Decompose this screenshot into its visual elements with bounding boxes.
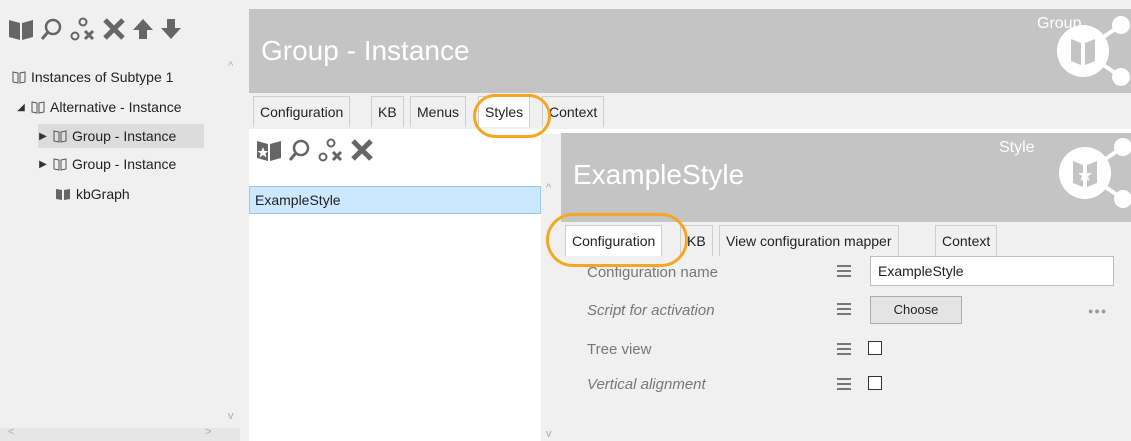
tree-item-group-instance-selected[interactable]: ▶ Group - Instance: [38, 124, 204, 148]
style-properties: Configuration name ExampleStyle Script f…: [561, 256, 1131, 441]
kind-label: Style: [999, 139, 1035, 156]
book-outline-icon: [31, 100, 45, 114]
more-options-icon[interactable]: ●●●: [1088, 306, 1107, 316]
scroll-down-icon[interactable]: v: [228, 410, 234, 422]
book-icon[interactable]: [8, 17, 34, 41]
arrow-up-icon[interactable]: [132, 17, 154, 41]
close-icon[interactable]: [350, 138, 374, 162]
tree-view-label: Tree view: [587, 341, 652, 358]
scroll-up-icon[interactable]: ^: [228, 60, 233, 72]
tab-context[interactable]: Context: [542, 96, 605, 127]
node-delete-icon[interactable]: [318, 138, 344, 162]
tab-configuration[interactable]: Configuration: [253, 96, 351, 127]
tree-item-instances[interactable]: Instances of Subtype 1: [12, 65, 173, 89]
scroll-down-icon[interactable]: v: [546, 428, 552, 440]
choose-script-button[interactable]: Choose: [870, 296, 962, 324]
expand-arrow-icon[interactable]: ▶: [38, 131, 48, 142]
configuration-name-label: Configuration name: [587, 264, 718, 281]
search-icon[interactable]: [40, 17, 64, 41]
hamburger-icon[interactable]: [837, 262, 851, 280]
page-title: Group - Instance: [261, 35, 470, 66]
group-network-icon: [1049, 11, 1131, 91]
tab-context[interactable]: Context: [935, 225, 998, 256]
close-icon[interactable]: [102, 17, 126, 41]
tab-configuration[interactable]: Configuration: [565, 225, 663, 256]
vertical-alignment-checkbox[interactable]: [868, 376, 882, 390]
tab-menus[interactable]: Menus: [410, 96, 467, 127]
tab-view-configuration-mapper[interactable]: View configuration mapper: [719, 225, 899, 256]
book-outline-icon: [12, 70, 26, 84]
book-outline-icon: [53, 129, 67, 143]
tree-item-label: Instances of Subtype 1: [31, 69, 174, 85]
tree-item-group-instance[interactable]: ▶ Group - Instance: [38, 152, 176, 176]
main-header: Group - Instance Group: [249, 9, 1131, 93]
horizontal-scrollbar[interactable]: < >: [0, 426, 240, 441]
tab-kb[interactable]: KB: [680, 225, 713, 256]
scroll-right-icon[interactable]: >: [205, 426, 211, 438]
main-tabs: Configuration KB Menus Styles Context: [249, 93, 1131, 129]
expand-arrow-icon[interactable]: ◢: [16, 102, 26, 113]
arrow-down-icon[interactable]: [160, 17, 182, 41]
tree-toolbar: [8, 12, 182, 46]
hamburger-icon[interactable]: [837, 375, 851, 393]
node-delete-icon[interactable]: [70, 17, 96, 41]
tree-panel: Instances of Subtype 1 ◢ Alternative - I…: [0, 0, 240, 441]
scroll-left-icon[interactable]: <: [8, 426, 14, 438]
style-header: ExampleStyle Style: [561, 133, 1131, 225]
tree-item-alternative[interactable]: ◢ Alternative - Instance: [16, 95, 182, 119]
hamburger-icon[interactable]: [837, 300, 851, 318]
tree-item-label: Group - Instance: [72, 156, 177, 172]
styles-toolbar: [256, 138, 374, 162]
configuration-name-field[interactable]: ExampleStyle: [870, 256, 1114, 286]
tree-item-label: Group - Instance: [72, 128, 177, 144]
tree-item-label: kbGraph: [76, 186, 130, 202]
book-outline-icon: [53, 157, 67, 171]
style-tabs: Configuration KB View configuration mapp…: [561, 222, 1131, 256]
hamburger-icon[interactable]: [837, 340, 851, 358]
style-title: ExampleStyle: [573, 159, 745, 190]
tree-item-label: Alternative - Instance: [50, 99, 182, 115]
add-style-icon[interactable]: [256, 138, 282, 162]
tab-styles[interactable]: Styles: [478, 96, 531, 127]
vertical-alignment-label: Vertical alignment: [587, 376, 706, 393]
script-for-activation-label: Script for activation: [587, 302, 715, 319]
tree-view-checkbox[interactable]: [868, 341, 882, 355]
style-network-icon: [1051, 133, 1131, 213]
styles-list: [249, 184, 541, 441]
tab-kb[interactable]: KB: [371, 96, 404, 127]
list-item[interactable]: ExampleStyle: [249, 186, 541, 214]
tree-item-kbgraph[interactable]: kbGraph: [55, 182, 130, 206]
scroll-up-icon[interactable]: ^: [546, 182, 551, 194]
search-icon[interactable]: [288, 138, 312, 162]
expand-arrow-icon[interactable]: ▶: [38, 159, 48, 170]
book-icon: [55, 187, 71, 201]
vertical-scrollbar[interactable]: ^ v: [541, 134, 561, 441]
